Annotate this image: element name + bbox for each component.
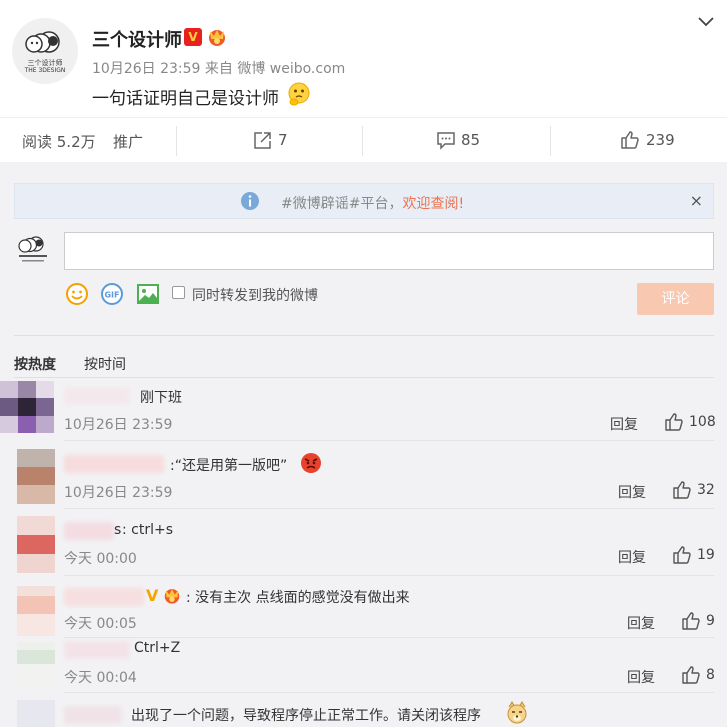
reply-button[interactable]: 回复 — [618, 547, 646, 567]
divider — [64, 575, 714, 576]
divider — [64, 637, 714, 638]
blurred-avatar-image — [17, 642, 55, 687]
commenter-name[interactable] — [64, 706, 122, 724]
promote-button[interactable]: 推广 — [113, 131, 143, 152]
comment-like-count[interactable]: 108 — [689, 414, 716, 430]
comment-time: 10月26日 23:59 — [64, 485, 173, 501]
divider — [14, 377, 714, 378]
reply-button[interactable]: 回复 — [618, 482, 646, 502]
blurred-avatar-image — [17, 449, 55, 504]
logo-figures-icon — [18, 236, 47, 262]
repost-checkbox[interactable] — [172, 286, 185, 299]
blurred-avatar-image — [17, 586, 55, 636]
comment-like-count[interactable]: 9 — [706, 613, 715, 629]
comment-time: 今天 00:00 — [64, 551, 137, 567]
like-icon[interactable] — [681, 611, 701, 631]
commenter-name[interactable] — [64, 455, 164, 473]
like-icon[interactable] — [681, 665, 701, 685]
divider — [550, 126, 551, 156]
repost-count[interactable]: 7 — [278, 131, 288, 149]
thinking-emoji-icon — [288, 82, 310, 106]
divider — [362, 126, 363, 156]
logo-subtext: THE 3DESIGN — [24, 67, 66, 74]
repost-icon[interactable] — [253, 131, 273, 150]
repost-checkbox-label: 同时转发到我的微博 — [192, 288, 318, 304]
gif-label: GIF — [104, 291, 119, 300]
reply-button[interactable]: 回复 — [627, 613, 655, 633]
blurred-avatar-image — [17, 516, 55, 573]
comment-text: : 没有主次 点线面的感觉没有做出来 — [186, 590, 410, 606]
commenter-avatar[interactable] — [17, 516, 55, 573]
read-count: 阅读 5.2万 — [22, 133, 96, 151]
verified-badge: V — [184, 28, 202, 46]
commenter-name[interactable] — [64, 387, 130, 405]
notice-text: #微博辟谣#平台，欢迎查阅! — [281, 193, 464, 213]
sort-by-hot-tab[interactable]: 按热度 — [14, 354, 56, 374]
emoji-icon[interactable] — [65, 282, 89, 306]
sort-by-time-tab[interactable]: 按时间 — [84, 354, 126, 374]
author-avatar[interactable]: 三个设计师 THE 3DESIGN — [12, 18, 78, 84]
divider — [176, 126, 177, 156]
comment-text: :“还是用第一版吧” — [170, 458, 288, 474]
like-icon[interactable] — [620, 130, 640, 150]
doge-emoji-icon — [507, 701, 527, 724]
notice-hashtag[interactable]: #微博辟谣#平台， — [281, 196, 402, 212]
commenter-name[interactable] — [64, 588, 144, 606]
comment-input[interactable] — [64, 232, 714, 270]
divider — [14, 335, 714, 336]
commenter-avatar[interactable] — [17, 586, 55, 636]
notice-link[interactable]: 欢迎查阅! — [402, 196, 464, 212]
notice-bar: #微博辟谣#平台，欢迎查阅! × — [14, 183, 714, 219]
commenter-avatar[interactable] — [17, 700, 55, 727]
comment-text: 刚下班 — [140, 390, 182, 406]
image-icon[interactable] — [136, 282, 160, 306]
comment-count[interactable]: 85 — [461, 131, 480, 149]
comment-like-count[interactable]: 32 — [697, 482, 715, 498]
commenter-name[interactable] — [64, 522, 114, 540]
comment-time: 10月26日 23:59 — [64, 417, 173, 433]
commenter-name[interactable] — [64, 641, 130, 659]
like-icon[interactable] — [664, 412, 684, 432]
current-user-avatar — [16, 233, 50, 267]
vip-medal-icon — [209, 30, 225, 46]
verified-badge: V — [146, 586, 159, 605]
commenter-name-suffix[interactable]: s — [114, 522, 121, 538]
author-name[interactable]: 三个设计师 — [92, 26, 182, 52]
comment-time: 今天 00:04 — [64, 670, 137, 686]
close-icon[interactable]: × — [690, 191, 703, 210]
blurred-avatar-image — [17, 700, 55, 727]
like-icon[interactable] — [672, 480, 692, 500]
commenter-avatar[interactable] — [17, 642, 55, 687]
comment-time: 今天 00:05 — [64, 616, 137, 632]
reply-button[interactable]: 回复 — [610, 414, 638, 434]
gif-icon[interactable]: GIF — [100, 282, 124, 306]
submit-comment-button[interactable]: 评论 — [637, 283, 714, 315]
divider — [64, 440, 714, 441]
divider — [64, 508, 714, 509]
post-text: 一句话证明自己是设计师 — [92, 89, 279, 109]
comment-like-count[interactable]: 8 — [706, 667, 715, 683]
blurred-avatar-image — [0, 381, 54, 433]
logo-figures-icon — [25, 31, 60, 53]
vip-medal-icon — [164, 589, 180, 604]
post-meta: 10月26日 23:59 来自 微博 weibo.com — [92, 61, 346, 77]
like-count[interactable]: 239 — [646, 131, 675, 149]
comment-text: Ctrl+Z — [134, 640, 181, 656]
commenter-avatar[interactable] — [17, 449, 55, 504]
comment-text: 出现了一个问题，导致程序停止正常工作。请关闭该程序 — [131, 708, 481, 724]
info-icon — [241, 192, 259, 210]
reply-button[interactable]: 回复 — [627, 667, 655, 687]
comment-like-count[interactable]: 19 — [697, 547, 715, 563]
action-bar: 阅读 5.2万 推广 7 85 239 — [0, 117, 727, 162]
comment-icon[interactable] — [436, 131, 456, 150]
like-icon[interactable] — [672, 545, 692, 565]
divider — [64, 692, 714, 693]
angry-emoji-icon — [301, 453, 321, 473]
comment-text: : ctrl+s — [122, 522, 174, 538]
commenter-avatar[interactable] — [0, 381, 54, 433]
chevron-down-icon[interactable] — [697, 16, 715, 28]
